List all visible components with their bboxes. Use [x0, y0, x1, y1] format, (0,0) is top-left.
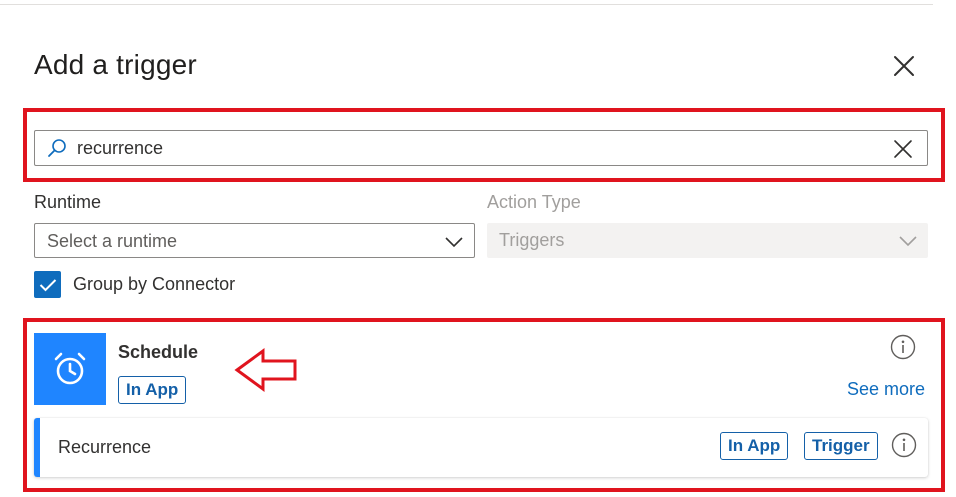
operation-trigger-badge: Trigger [804, 432, 878, 460]
search-box[interactable] [34, 130, 928, 166]
operation-row-recurrence[interactable]: Recurrence In App Trigger [34, 418, 928, 477]
action-type-label: Action Type [487, 192, 581, 212]
see-more-link[interactable]: See more [847, 379, 925, 400]
panel-title: Add a trigger [34, 49, 197, 80]
top-divider [0, 4, 933, 5]
operation-in-app-badge: In App [720, 432, 789, 460]
close-button[interactable] [888, 50, 920, 82]
connector-name[interactable]: Schedule [118, 342, 198, 363]
search-input[interactable] [77, 131, 877, 165]
chevron-down-icon [899, 236, 917, 247]
runtime-dropdown-value: Select a runtime [47, 231, 178, 251]
clear-search-icon[interactable] [893, 139, 913, 159]
connector-in-app-badge: In App [118, 376, 187, 404]
runtime-dropdown[interactable]: Select a runtime [34, 223, 475, 258]
group-by-connector-label[interactable]: Group by Connector [73, 274, 235, 295]
operation-accent-bar [34, 418, 40, 477]
alarm-clock-icon [54, 352, 86, 385]
left-arrow-annotation-icon [234, 348, 297, 392]
chevron-down-icon [445, 237, 463, 248]
checkmark-icon [39, 278, 56, 291]
action-type-dropdown-value: Triggers [499, 230, 565, 250]
group-by-connector-checkbox[interactable] [34, 271, 61, 298]
search-icon [48, 139, 66, 157]
operation-info-icon[interactable] [891, 432, 917, 458]
runtime-label: Runtime [34, 192, 102, 212]
action-type-dropdown: Triggers [487, 223, 928, 258]
close-icon [894, 56, 914, 76]
operation-name: Recurrence [58, 437, 152, 457]
schedule-connector-tile[interactable] [34, 333, 106, 405]
connector-info-icon[interactable] [890, 334, 916, 360]
